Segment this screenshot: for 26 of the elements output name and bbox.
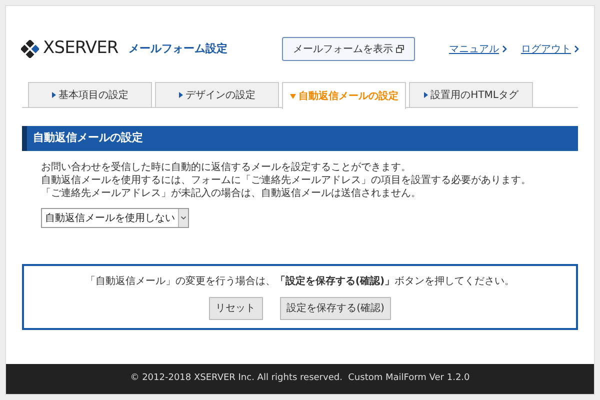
description-text: お問い合わせを受信した時に自動的に返信するメールを設定することができます。 [41,161,412,174]
header-link[interactable]: ログアウト [521,42,571,56]
save-button[interactable]: 設定を保存する(確認) [280,297,392,320]
app-title: メールフォーム設定 [128,40,228,57]
chevron-right-icon [574,45,579,53]
section-title: 自動返信メールの設定 [33,130,143,146]
reset-button[interactable]: リセット [208,297,263,320]
tab[interactable]: デザインの設定 [155,82,279,107]
notice-text: 「自動返信メール」の変更を行う場合は、「設定を保存する(確認)」ボタンを押してください。 [85,274,515,289]
logo-icon [21,40,39,58]
external-window-icon [396,45,404,53]
triangle-right-icon [424,92,428,98]
auto-reply-select[interactable]: 自動返信メールを使用しない [41,208,189,228]
copyright-text: © 2012-2018 XSERVER Inc. All rights reserved. Custom MailForm Ver 1.2.0 [130,372,470,386]
description-text: 自動返信メールを使用するには、フォームに「ご連絡先メールアドレス」の項目を設置する必要があります。 [41,174,532,187]
triangle-right-icon [178,92,182,98]
tab[interactable]: 設置用のHTMLタグ [409,82,533,107]
chevron-right-icon [502,45,507,53]
triangle-down-icon [290,94,296,98]
header-link[interactable]: マニュアル [449,42,499,56]
triangle-right-icon [52,92,56,98]
logo-text: XSERVER [43,37,118,60]
tab[interactable]: 基本項目の設定 [28,82,152,107]
dropdown-caret-icon [178,209,188,227]
view-form-button[interactable]: メールフォームを表示 [282,37,415,61]
description-text: 「ご連絡先メールアドレス」が未記入の場合は、自動返信メールは送信されません。 [41,187,422,200]
